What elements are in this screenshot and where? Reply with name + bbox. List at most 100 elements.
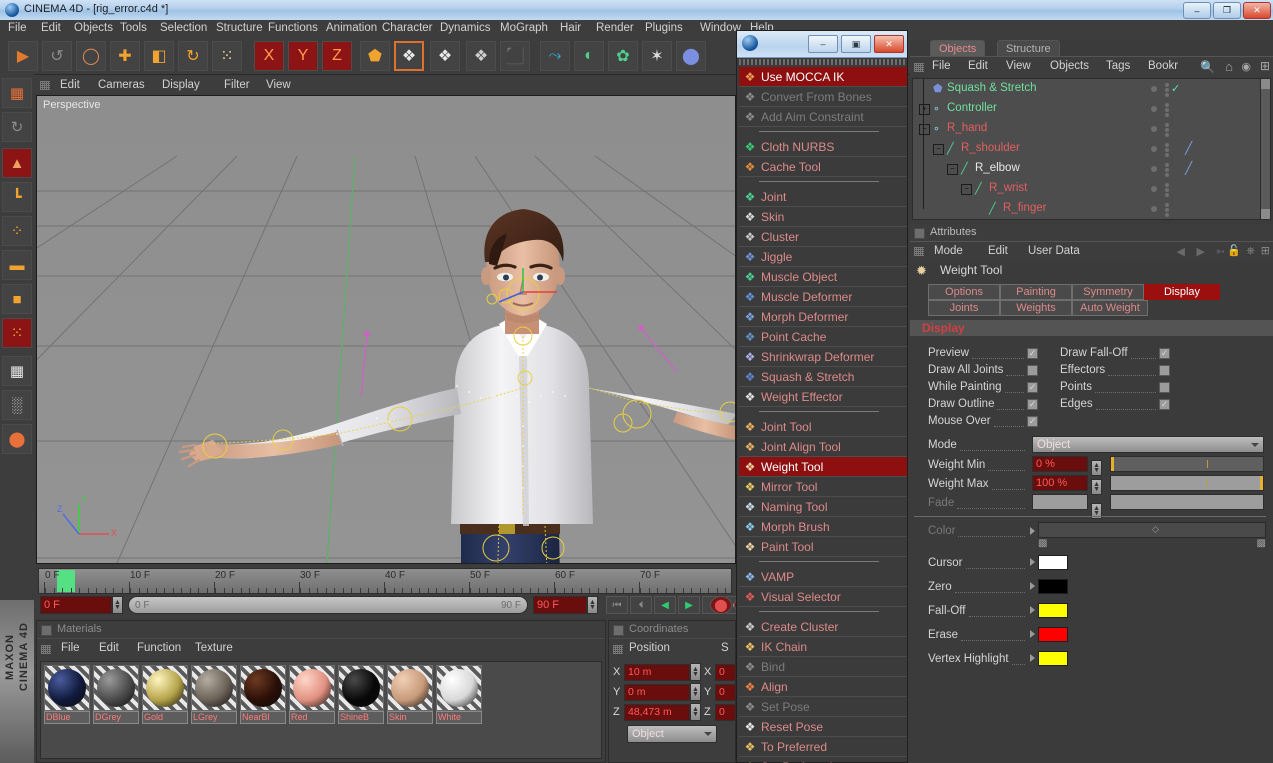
weight-min-slider-handle[interactable] xyxy=(1111,457,1114,471)
char-menu-item-reset-pose[interactable]: ❖ Reset Pose xyxy=(739,717,907,737)
pin-icon[interactable]: ➳ xyxy=(1216,245,1225,258)
char-menu-item-shrinkwrap-deformer[interactable]: ❖ Shrinkwrap Deformer xyxy=(739,347,907,367)
visibility-dot[interactable] xyxy=(1151,166,1157,172)
color-swatch[interactable] xyxy=(1038,555,1068,570)
char-menu-item-align[interactable]: ❖ Align xyxy=(739,677,907,697)
char-menu-item-squash-stretch[interactable]: ❖ Squash & Stretch xyxy=(739,367,907,387)
color-expand-arrow-icon[interactable] xyxy=(1030,558,1035,566)
menu-objects[interactable]: Objects xyxy=(74,22,113,34)
material-item[interactable]: ShineB xyxy=(338,665,384,725)
world-object-coordinate-icon[interactable]: ⬟ xyxy=(360,41,390,71)
menu-structure[interactable]: Structure xyxy=(216,22,263,34)
joint-tag-icon[interactable]: ╱ xyxy=(1185,161,1192,175)
scroll-down-arrow[interactable] xyxy=(1261,209,1270,219)
om-menu-bookr[interactable]: Bookr xyxy=(1148,60,1178,72)
char-menu-item-cache-tool[interactable]: ❖ Cache Tool xyxy=(739,157,907,177)
checkbox-row[interactable]: Mouse Over ✓ xyxy=(928,412,1038,430)
undo-arrow-icon[interactable]: ▶ xyxy=(8,41,38,71)
checkbox-row[interactable]: Edges ✓ xyxy=(1060,395,1170,413)
color-swatch[interactable] xyxy=(1038,603,1068,618)
menu-hair[interactable]: Hair xyxy=(560,22,581,34)
texture-mode-icon[interactable]: ▦ xyxy=(2,356,32,386)
back-icon[interactable]: ◀ xyxy=(1177,245,1185,258)
color-expand-arrow-icon[interactable] xyxy=(1030,630,1035,638)
checkbox[interactable] xyxy=(1027,364,1038,376)
char-menu-item-visual-selector[interactable]: ❖ Visual Selector xyxy=(739,587,907,607)
size-x-field[interactable]: 0 xyxy=(715,663,735,681)
uv-mode-icon[interactable]: ⁙ xyxy=(2,318,32,348)
home-icon[interactable]: ⌂ xyxy=(1225,59,1233,74)
color-gradient-bar[interactable]: ◇ xyxy=(1038,522,1266,538)
material-item[interactable]: DBlue xyxy=(44,665,90,725)
environment-icon[interactable]: ⬤ xyxy=(676,41,706,71)
coordinate-mode-dropdown[interactable]: Object xyxy=(627,725,717,743)
om-tab-objects[interactable]: Objects xyxy=(930,40,986,56)
menu-character[interactable]: Character xyxy=(382,22,433,34)
color-swatch[interactable] xyxy=(1038,651,1068,666)
char-menu-item-cluster[interactable]: ❖ Cluster xyxy=(739,227,907,247)
visibility-dot[interactable] xyxy=(1151,146,1157,152)
coordinates-menu-grip[interactable] xyxy=(613,645,623,654)
attributes-collapse-box[interactable] xyxy=(914,228,925,239)
scale-tool-icon[interactable]: ◧ xyxy=(144,41,174,71)
material-item[interactable]: LGrey xyxy=(191,665,237,725)
scroll-up-arrow[interactable] xyxy=(1261,79,1270,89)
menu-window[interactable]: Window xyxy=(700,22,741,34)
materials-collapse-box[interactable] xyxy=(41,625,52,636)
object-name[interactable]: R_wrist xyxy=(989,182,1027,194)
weight-min-spinner[interactable]: ▲ ▼ xyxy=(1091,460,1103,476)
checkbox-row[interactable]: Draw All Joints xyxy=(928,361,1038,379)
object-row[interactable]: + ∘ Controller xyxy=(913,99,1261,119)
object-name[interactable]: R_finger xyxy=(1003,202,1046,214)
char-menu-item-use-mocca-ik[interactable]: ❖ Use MOCCA IK xyxy=(739,67,907,87)
visibility-dot[interactable] xyxy=(1151,86,1157,92)
visibility-dot[interactable] xyxy=(1151,186,1157,192)
visibility-dot[interactable] xyxy=(1151,126,1157,132)
viewport-3d[interactable]: Perspective Y X Z xyxy=(36,95,736,564)
char-menu-item-vamp[interactable]: ❖ VAMP xyxy=(739,567,907,587)
attr-menu-user-data[interactable]: User Data xyxy=(1028,245,1080,257)
cube-primitive-icon[interactable]: ⬛ xyxy=(500,41,530,71)
undo-view-icon[interactable]: ↻ xyxy=(2,112,32,142)
menu-file[interactable]: File xyxy=(8,22,27,34)
checkbox[interactable] xyxy=(1159,364,1170,376)
char-menu-item-paint-tool[interactable]: ❖ Paint Tool xyxy=(739,537,907,557)
minimize-button[interactable]: – xyxy=(1183,2,1211,19)
position-z-field[interactable]: 48,473 m xyxy=(624,703,690,721)
menu-plugins[interactable]: Plugins xyxy=(645,22,683,34)
tree-expander-plus[interactable]: + xyxy=(919,104,930,115)
om-menu-objects[interactable]: Objects xyxy=(1050,60,1089,72)
redo-icon[interactable]: ↺ xyxy=(42,41,72,71)
char-menu-item-point-cache[interactable]: ❖ Point Cache xyxy=(739,327,907,347)
visibility-dot[interactable] xyxy=(1151,106,1157,112)
object-row[interactable]: − ╱ R_wrist xyxy=(913,179,1261,199)
menu-mograph[interactable]: MoGraph xyxy=(500,22,548,34)
live-selection-icon[interactable]: ◯ xyxy=(76,41,106,71)
material-item[interactable]: Red xyxy=(289,665,335,725)
material-item[interactable]: Skin xyxy=(387,665,433,725)
close-button[interactable]: ✕ xyxy=(874,35,904,53)
forward-icon[interactable]: ▶ xyxy=(1197,245,1205,258)
snap-icon[interactable]: ⬤ xyxy=(2,424,32,454)
attr-tab-painting[interactable]: Painting xyxy=(1000,284,1072,300)
object-axis-icon[interactable]: ┗ xyxy=(2,182,32,212)
object-row[interactable]: ⬟ Squash & Stretch ✓ xyxy=(913,79,1261,99)
color-swatch[interactable] xyxy=(1038,627,1068,642)
position-x-field[interactable]: 10 m xyxy=(624,663,690,681)
position-y-field[interactable]: 0 m xyxy=(624,683,690,701)
attr-tab-options[interactable]: Options xyxy=(928,284,1000,300)
minimize-button[interactable]: – xyxy=(808,35,838,53)
coordinates-collapse-box[interactable] xyxy=(613,625,624,636)
layout-icon[interactable]: ▦ xyxy=(2,78,32,108)
tree-expander-minus[interactable]: − xyxy=(961,184,972,195)
char-menu-item-morph-deformer[interactable]: ❖ Morph Deformer xyxy=(739,307,907,327)
step-back-button[interactable]: ⏴ xyxy=(630,596,652,614)
timeline-playhead[interactable] xyxy=(57,570,75,592)
checkbox[interactable]: ✓ xyxy=(1027,347,1038,359)
color-expand-arrow-icon[interactable] xyxy=(1030,606,1035,614)
checkbox[interactable]: ✓ xyxy=(1159,398,1170,410)
render-view-icon[interactable]: ❖ xyxy=(394,41,424,71)
end-frame-spinner[interactable]: ▲ ▼ xyxy=(587,596,598,614)
attr-tab-weights[interactable]: Weights xyxy=(1000,300,1072,316)
om-tab-structure[interactable]: Structure xyxy=(997,40,1060,56)
